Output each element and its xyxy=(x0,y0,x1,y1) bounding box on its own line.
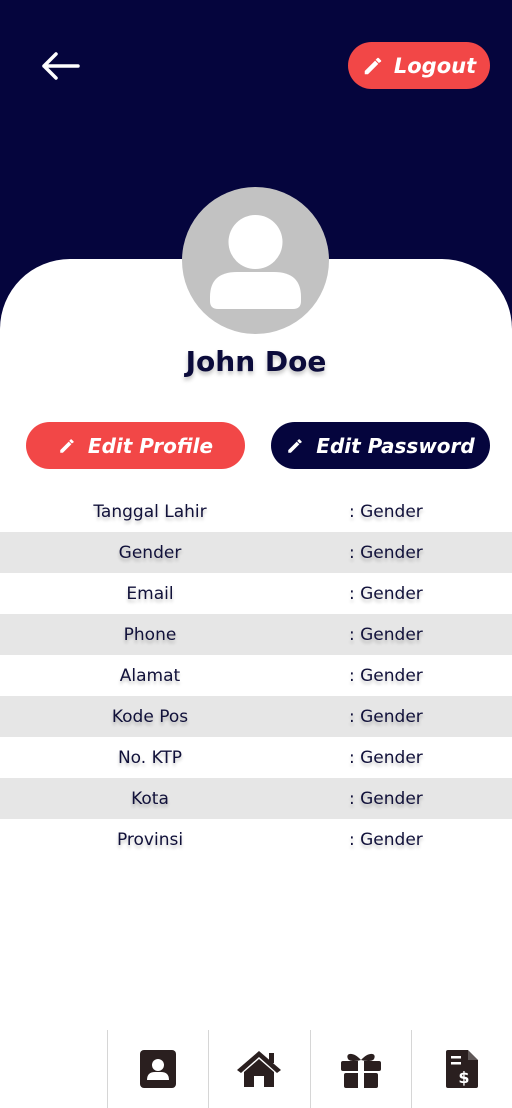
avatar xyxy=(182,187,329,334)
info-row-gender: Gender : Gender xyxy=(0,532,512,573)
info-value: : Gender xyxy=(349,707,423,727)
info-row-tanggal-lahir: Tanggal Lahir : Gender xyxy=(0,491,512,532)
info-row-provinsi: Provinsi : Gender xyxy=(0,819,512,860)
info-label: Provinsi xyxy=(116,830,184,850)
info-row-alamat: Alamat : Gender xyxy=(0,655,512,696)
info-label: Alamat xyxy=(119,666,181,686)
info-row-no-ktp: No. KTP : Gender xyxy=(0,737,512,778)
info-value: : Gender xyxy=(349,502,423,522)
info-row-email: Email : Gender xyxy=(0,573,512,614)
logout-label: Logout xyxy=(393,53,477,78)
info-label: Tanggal Lahir xyxy=(93,502,207,522)
nav-item-home[interactable] xyxy=(208,1030,309,1108)
info-value: : Gender xyxy=(349,789,423,809)
pencil-icon xyxy=(362,55,384,77)
info-row-kota: Kota : Gender xyxy=(0,778,512,819)
pencil-icon xyxy=(286,437,304,455)
info-label: Gender xyxy=(118,543,182,563)
profile-card-icon xyxy=(140,1050,177,1088)
back-button[interactable] xyxy=(36,46,84,86)
info-row-phone: Phone : Gender xyxy=(0,614,512,655)
logout-button[interactable]: Logout xyxy=(348,42,490,89)
info-label: Kode Pos xyxy=(111,707,189,727)
gift-icon xyxy=(340,1053,381,1088)
info-label: Kota xyxy=(131,789,169,809)
info-label: Phone xyxy=(123,625,177,645)
info-value: : Gender xyxy=(349,830,423,850)
svg-text:$: $ xyxy=(458,1068,469,1087)
nav-item-profile[interactable] xyxy=(107,1030,208,1108)
edit-password-label: Edit Password xyxy=(316,433,475,458)
profile-name: John Doe xyxy=(185,345,327,378)
info-label: No. KTP xyxy=(117,748,183,768)
info-value: : Gender xyxy=(349,748,423,768)
profile-info-table: Tanggal Lahir : Gender Gender : Gender E… xyxy=(0,491,512,860)
nav-item-gift[interactable] xyxy=(309,1030,411,1108)
pencil-icon xyxy=(58,437,76,455)
arrow-left-icon xyxy=(42,52,80,80)
info-value: : Gender xyxy=(349,584,423,604)
edit-password-button[interactable]: Edit Password xyxy=(271,422,490,469)
info-value: : Gender xyxy=(349,666,423,686)
info-value: : Gender xyxy=(349,543,423,563)
edit-profile-button[interactable]: Edit Profile xyxy=(26,422,245,469)
info-value: : Gender xyxy=(349,625,423,645)
nav-item-invoice[interactable]: $ xyxy=(410,1030,512,1108)
bottom-navigation: $ xyxy=(107,1030,512,1108)
info-label: Email xyxy=(126,584,174,604)
home-icon xyxy=(237,1051,282,1087)
info-row-kode-pos: Kode Pos : Gender xyxy=(0,696,512,737)
user-silhouette-icon xyxy=(210,215,301,309)
edit-profile-label: Edit Profile xyxy=(87,433,214,458)
invoice-icon: $ xyxy=(445,1050,478,1088)
